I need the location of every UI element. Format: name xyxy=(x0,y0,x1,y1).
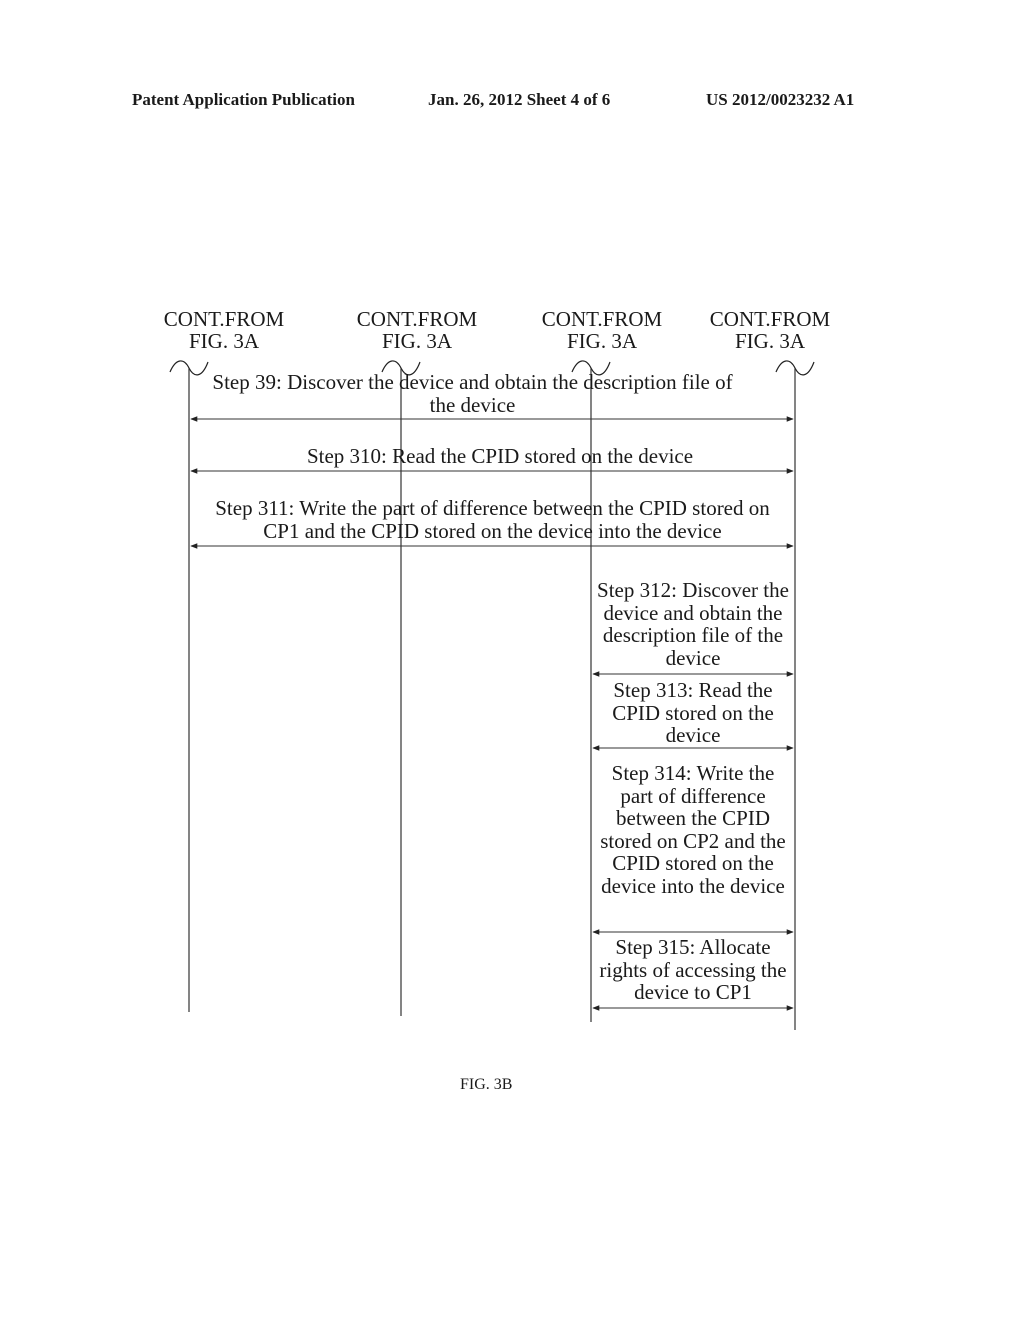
step-310-label: Step 310: Read the CPID stored on the de… xyxy=(306,444,694,468)
step-314-label: Step 314: Write the part of difference b… xyxy=(600,761,786,898)
figure-caption: FIG. 3B xyxy=(460,1076,513,1093)
step-313-label: Step 313: Read the CPID stored on the de… xyxy=(612,678,774,747)
step-311-label: Step 311: Write the part of difference b… xyxy=(215,496,770,543)
sequence-diagram xyxy=(169,360,815,1030)
step-312-label: Step 312: Discover the device and obtain… xyxy=(597,578,789,670)
step-315-label: Step 315: Allocate rights of accessing t… xyxy=(599,935,787,1004)
step-39-label: Step 39: Discover the device and obtain … xyxy=(212,370,733,417)
